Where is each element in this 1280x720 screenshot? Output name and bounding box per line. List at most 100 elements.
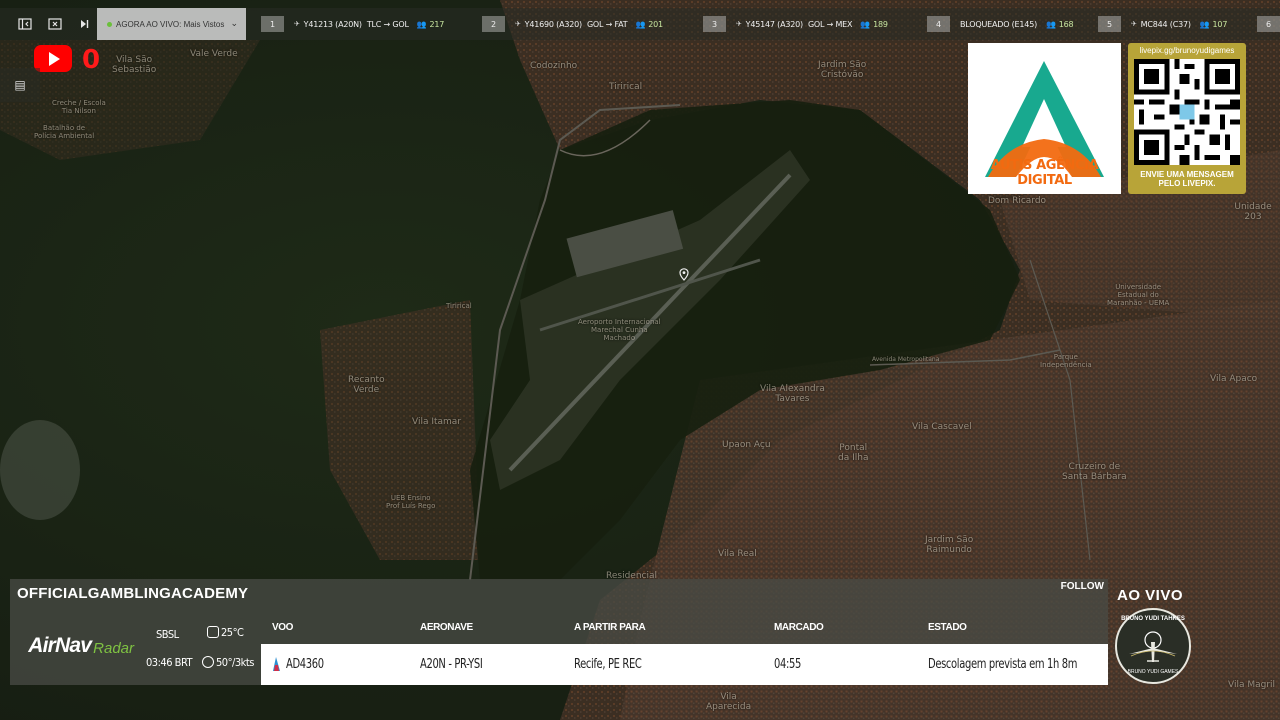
viewers-icon: 👥 [860,19,871,29]
top-flight-item[interactable]: 5 ✈ MC844 (C37) 👥 107 [1098,15,1227,33]
wind-group: 50°/3kts [202,656,254,669]
skip-forward-icon[interactable] [73,13,95,35]
airport-label: Aeroporto Internacional Marechal Cunha M… [578,318,661,343]
map-label: Upaon Açu [722,440,771,450]
viewers-icon: 👥 [1046,19,1056,29]
agency-ad: AUTIS AGÊNCIA DIGITAL [968,43,1121,194]
temperature: 25°C [221,626,244,639]
map-label: Cruzeiro de Santa Bárbara [1062,462,1127,483]
grid-view-icon[interactable] [44,13,66,35]
airline-tail-icon [273,657,280,671]
map-label: Vila São Sebastião [112,55,157,76]
top-flight-item[interactable]: 6 [1257,15,1280,33]
agency-name: AUTIS AGÊNCIA DIGITAL [990,158,1099,188]
live-dot-icon [107,21,112,27]
map-label: Vale Verde [190,49,238,59]
flight-viewers: 189 [873,19,888,29]
map-label: Vila Cascavel [912,422,972,432]
flight-rank: 6 [1257,16,1280,32]
follow-button[interactable]: FOLLOW [1061,581,1104,592]
map-label: Jardim São Cristóvão [818,60,867,81]
flight-status: Descolagem prevista em 1h 8m [928,657,1078,672]
flight-viewers: 168 [1058,19,1074,29]
flight-callsign: BLOQUEADO (E145) [960,19,1038,29]
map-label: UEB Ensino Prof Luís Rego [386,494,436,511]
flight-callsign: Y41213 (A20N) [303,19,362,29]
airnav-brand: AirNav [28,634,92,657]
airplane-emblem-icon [1129,631,1177,662]
stream-overlay: Vale Verde Vila São Sebastião Creche / E… [0,0,1280,720]
map-label: Recanto Verde [348,375,385,396]
badge-bottom-text: BRUNO YUDI GAMES [1127,669,1179,675]
map-label: Pontal da Ilha [838,443,869,464]
livepix-ad: livepix.gg/brunoyudigames ENVIE UMA MENS… [1128,43,1246,194]
flight-rank: 5 [1098,16,1121,32]
flight-viewers: 201 [648,19,663,29]
wind-icon [202,656,214,668]
qr-code [1134,59,1240,165]
flight-rank: 3 [703,16,726,32]
map-label: Codozinho [530,61,578,71]
flight-rank: 1 [261,16,284,32]
flight-number: AD4360 [286,657,324,672]
top-flight-item[interactable]: 2 ✈ Y41690 (A320) GOL → FAT 👥 201 [482,15,663,33]
live-label: AO VIVO [1117,587,1184,604]
channel-badge: BRUNO YUDI TAHKES BRUNO YUDI GAMES [1115,608,1191,684]
map-label: Creche / Escola Tia Nilson [52,99,106,116]
top-flight-item[interactable]: 4 BLOQUEADO (E145) 👥 168 [927,15,1074,33]
map-label: Vila Apaco [1210,374,1258,384]
airport-code: SBSL [156,628,179,641]
plane-icon: ✈ [294,20,300,28]
top-bar: AGORA AO VIVO: Mais Vistos ⌄ 1 ✈ Y41213 … [0,8,1280,40]
map-label: Vila Magril [1228,680,1276,690]
top-flight-item[interactable]: 3 ✈ Y45147 (A320) GOL → MEX 👥 189 [703,15,888,33]
viewers-icon: 👥 [635,19,646,29]
map-label: Vila Real [718,549,757,559]
expand-sidebar-icon[interactable] [14,13,36,35]
header-aircraft: AERONAVE [420,622,473,633]
list-icon[interactable]: ▤ [0,68,40,102]
route: Recife, PE REC [574,657,642,672]
now-live-dropdown[interactable]: AGORA AO VIVO: Mais Vistos ⌄ [97,8,246,40]
now-live-label: AGORA AO VIVO: Mais Vistos [116,19,225,29]
airnav-logo: AirNav Radar [24,631,134,661]
flight-viewers: 217 [429,19,445,29]
flight-info-panel: OFFICIALGAMBLINGACADEMY FOLLOW AirNav Ra… [10,579,1108,685]
channel-name: OFFICIALGAMBLINGACADEMY [17,585,249,602]
plane-icon: ✈ [515,20,521,28]
temperature-icon [207,626,219,638]
badge-top-text: BRUNO YUDI TAHKES [1121,616,1185,622]
top-flight-item[interactable]: 1 ✈ Y41213 (A20N) TLC → GOL 👥 217 [261,15,444,33]
map-label: Vila Alexandra Tavares [760,384,825,405]
map-label: Unidade 203 [1234,202,1272,223]
map-label: Parque Independência [1040,353,1092,370]
flight-route: TLC → GOL [366,19,409,29]
plane-icon: ✈ [1131,20,1137,28]
header-flight: VOO [272,622,294,633]
map-label: Tirirical [609,82,643,92]
viewers-icon: 👥 [416,19,427,29]
livepix-url: livepix.gg/brunoyudigames [1139,46,1235,55]
airnav-brand-sub: Radar [93,639,134,657]
local-time: 03:46 BRT [146,656,193,669]
scheduled-time: 04:55 [774,657,801,672]
flight-callsign: Y45147 (A320) [745,19,803,29]
header-scheduled: MARCADO [774,622,824,633]
header-route: A PARTIR PARA [574,622,646,633]
map-label: Batalhão de Polícia Ambiental [34,124,95,141]
location-pin-icon[interactable] [679,268,689,281]
flight-callsign: MC844 (C37) [1140,19,1191,29]
viewers-icon: 👥 [1199,19,1210,29]
header-status: ESTADO [928,622,967,633]
flight-route: GOL → MEX [807,19,853,29]
map-label: Tirirical [446,302,472,310]
flight-route: GOL → FAT [586,19,628,29]
map-label: Avenida Metropolitana [872,356,940,363]
chevron-down-icon: ⌄ [230,18,238,28]
map-label: Jardim São Raimundo [925,535,974,556]
flight-row[interactable]: AD4360 A20N - PR-YSI Recife, PE REC 04:5… [261,644,1108,685]
flight-callsign: Y41690 (A320) [524,19,582,29]
wind: 50°/3kts [216,656,254,669]
plane-icon: ✈ [736,20,742,28]
map-label: Dom Ricardo [988,196,1047,206]
